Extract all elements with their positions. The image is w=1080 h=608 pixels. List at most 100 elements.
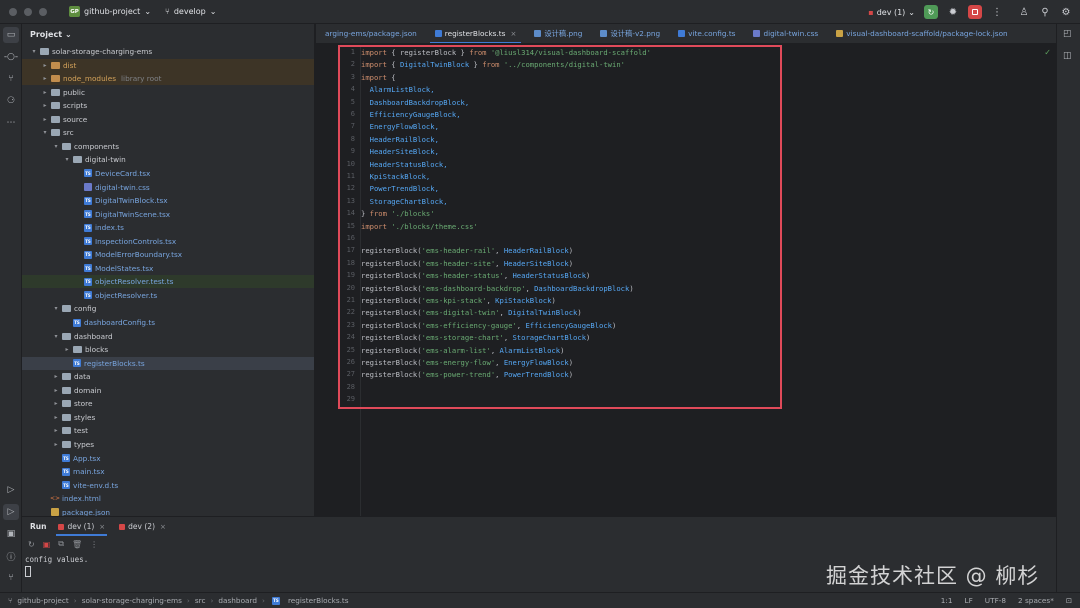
chevron-right-icon[interactable]: ▸ <box>52 400 60 407</box>
tree-item[interactable]: TS registerBlocks.ts <box>22 356 314 370</box>
tree-item[interactable]: package.json <box>22 506 314 516</box>
close-icon[interactable]: × <box>160 523 166 531</box>
tree-item[interactable]: ▸ dist <box>22 58 314 72</box>
code-editor[interactable]: 1 2 3 4 5 6 7 8 9 10 11 12 13 14 15 16 17 18 19 20 21 22 23 24 2… <box>316 45 1056 516</box>
services-icon[interactable]: ▷ <box>3 482 19 498</box>
lock-icon[interactable]: ⊡ <box>1066 596 1072 605</box>
close-window-button[interactable] <box>9 7 17 16</box>
tree-item[interactable]: TS DigitalTwinScene.tsx <box>22 208 314 221</box>
tree-item[interactable]: ▾ digital-twin <box>22 153 314 166</box>
database-icon[interactable]: ◫ <box>1063 51 1072 61</box>
chevron-down-icon[interactable]: ▾ <box>41 129 49 136</box>
editor-tab[interactable]: digital-twin.css <box>744 24 827 43</box>
tree-item[interactable]: TS ModelErrorBoundary.tsx <box>22 248 314 261</box>
tree-item[interactable]: TS dashboardConfig.ts <box>22 316 314 329</box>
gear-icon[interactable]: ⚙ <box>1060 7 1072 18</box>
run-tab-dev-1[interactable]: dev (1) × <box>56 517 107 536</box>
tree-item[interactable]: ▸ scripts <box>22 99 314 112</box>
tree-item[interactable]: ▸ data <box>22 370 314 383</box>
tree-item[interactable]: ▸ domain <box>22 384 314 397</box>
tree-item[interactable]: TS ModelStates.tsx <box>22 262 314 275</box>
rerun-icon[interactable]: ↻ <box>28 540 35 549</box>
tree-item[interactable]: TS index.ts <box>22 221 314 234</box>
chevron-right-icon[interactable]: ▸ <box>52 427 60 434</box>
chevron-right-icon[interactable]: ▸ <box>41 116 49 123</box>
breadcrumb-item[interactable]: dashboard <box>218 596 257 605</box>
inspection-ok-icon[interactable]: ✓ <box>1044 48 1051 57</box>
editor-tab[interactable]: 设计稿-v2.png <box>591 24 669 43</box>
chevron-right-icon[interactable]: ▸ <box>52 387 60 394</box>
breadcrumb-item[interactable]: github-project <box>17 596 68 605</box>
breadcrumb-item[interactable]: registerBlocks.ts <box>288 596 349 605</box>
editor-tab[interactable]: arging-ems/package.json <box>316 24 426 43</box>
search-icon[interactable]: ⚲ <box>1039 7 1051 18</box>
more-icon[interactable]: ⋮ <box>90 540 98 549</box>
git-icon[interactable]: ⑂ <box>3 570 19 586</box>
chevron-down-icon[interactable]: ▾ <box>30 48 38 55</box>
chevron-right-icon[interactable]: ▸ <box>41 89 49 96</box>
project-panel-header[interactable]: Project ⌄ <box>22 24 314 44</box>
minimize-window-button[interactable] <box>24 7 32 16</box>
chevron-right-icon[interactable]: ▸ <box>63 346 71 353</box>
tree-item[interactable]: ▸ types <box>22 438 314 451</box>
chevron-down-icon[interactable]: ▾ <box>52 333 60 340</box>
chevron-right-icon[interactable]: ▸ <box>41 75 49 82</box>
tree-item[interactable]: ▾ src <box>22 126 314 139</box>
tree-item[interactable]: ▸ styles <box>22 411 314 424</box>
tree-item[interactable]: ▾ dashboard <box>22 330 314 343</box>
more-tools-icon[interactable]: ⋯ <box>3 115 19 131</box>
window-controls[interactable] <box>9 7 47 16</box>
chevron-down-icon[interactable]: ▾ <box>63 156 71 163</box>
run-tab-dev-2[interactable]: dev (2) × <box>117 517 168 536</box>
chevron-down-icon[interactable]: ▾ <box>52 305 60 312</box>
tree-item[interactable]: TS objectResolver.test.ts <box>22 275 314 289</box>
close-icon[interactable]: × <box>510 30 516 38</box>
chevron-right-icon[interactable]: ▸ <box>41 62 49 69</box>
tree-item[interactable]: digital-twin.css <box>22 181 314 194</box>
commit-tool-icon[interactable]: -○- <box>3 49 19 65</box>
branch-switcher[interactable]: ⑂ develop ⌄ <box>165 7 216 16</box>
restore-layout-icon[interactable]: ⧉ <box>58 539 64 549</box>
editor-tab[interactable]: vite.config.ts <box>669 24 744 43</box>
chevron-right-icon[interactable]: ▸ <box>41 102 49 109</box>
tree-item[interactable]: TS DeviceCard.tsx <box>22 167 314 180</box>
project-tool-icon[interactable]: ▭ <box>3 27 19 43</box>
tree-item[interactable]: ▸ public <box>22 86 314 99</box>
close-icon[interactable]: × <box>99 523 105 531</box>
tree-item[interactable]: ▸ store <box>22 397 314 410</box>
indent-setting[interactable]: 2 spaces* <box>1018 596 1054 605</box>
tree-item[interactable]: TS main.tsx <box>22 465 314 478</box>
trash-icon[interactable]: 🗑 <box>72 540 82 549</box>
editor-tab[interactable]: visual-dashboard-scaffold/package-lock.j… <box>827 24 1016 43</box>
tree-item[interactable]: ▸ source <box>22 113 314 126</box>
run-config-selector[interactable]: ▪ dev (1) ⌄ <box>868 8 915 17</box>
line-ending[interactable]: LF <box>965 596 973 605</box>
tree-item[interactable]: TS App.tsx <box>22 452 314 465</box>
terminal-icon[interactable]: ▣ <box>3 526 19 542</box>
rerun-button[interactable]: ↻ <box>924 5 938 19</box>
tree-item[interactable]: ▾ config <box>22 302 314 315</box>
tree-item[interactable]: ▸ test <box>22 424 314 437</box>
project-switcher[interactable]: GP github-project ⌄ <box>69 6 151 17</box>
chevron-right-icon[interactable]: ▸ <box>52 441 60 448</box>
console-input-caret[interactable] <box>25 566 31 577</box>
chevron-down-icon[interactable]: ▾ <box>52 143 60 150</box>
breadcrumb-item[interactable]: src <box>195 596 206 605</box>
tree-item[interactable]: TS DigitalTwinBlock.tsx <box>22 194 314 207</box>
file-encoding[interactable]: UTF-8 <box>985 596 1006 605</box>
editor-tab[interactable]: 设计稿.png <box>525 24 591 43</box>
tree-item[interactable]: ▾ solar-storage-charging-ems <box>22 45 314 58</box>
stop-button[interactable] <box>968 5 982 19</box>
tree-item[interactable]: ▸ node_modules library root <box>22 72 314 86</box>
structure-icon[interactable]: ⚆ <box>3 93 19 109</box>
stop-icon[interactable]: ▣ <box>43 540 51 549</box>
caret-position[interactable]: 1:1 <box>941 596 953 605</box>
tree-item[interactable]: ▸ blocks <box>22 343 314 356</box>
tree-item[interactable]: TS InspectionControls.tsx <box>22 235 314 248</box>
chevron-right-icon[interactable]: ▸ <box>52 373 60 380</box>
tree-item[interactable]: <> index.html <box>22 492 314 505</box>
editor-tab[interactable]: registerBlocks.ts × <box>426 24 526 43</box>
chevron-right-icon[interactable]: ▸ <box>52 414 60 421</box>
tree-item[interactable]: ▾ components <box>22 140 314 153</box>
run-tool-icon[interactable]: ▷ <box>3 504 19 520</box>
